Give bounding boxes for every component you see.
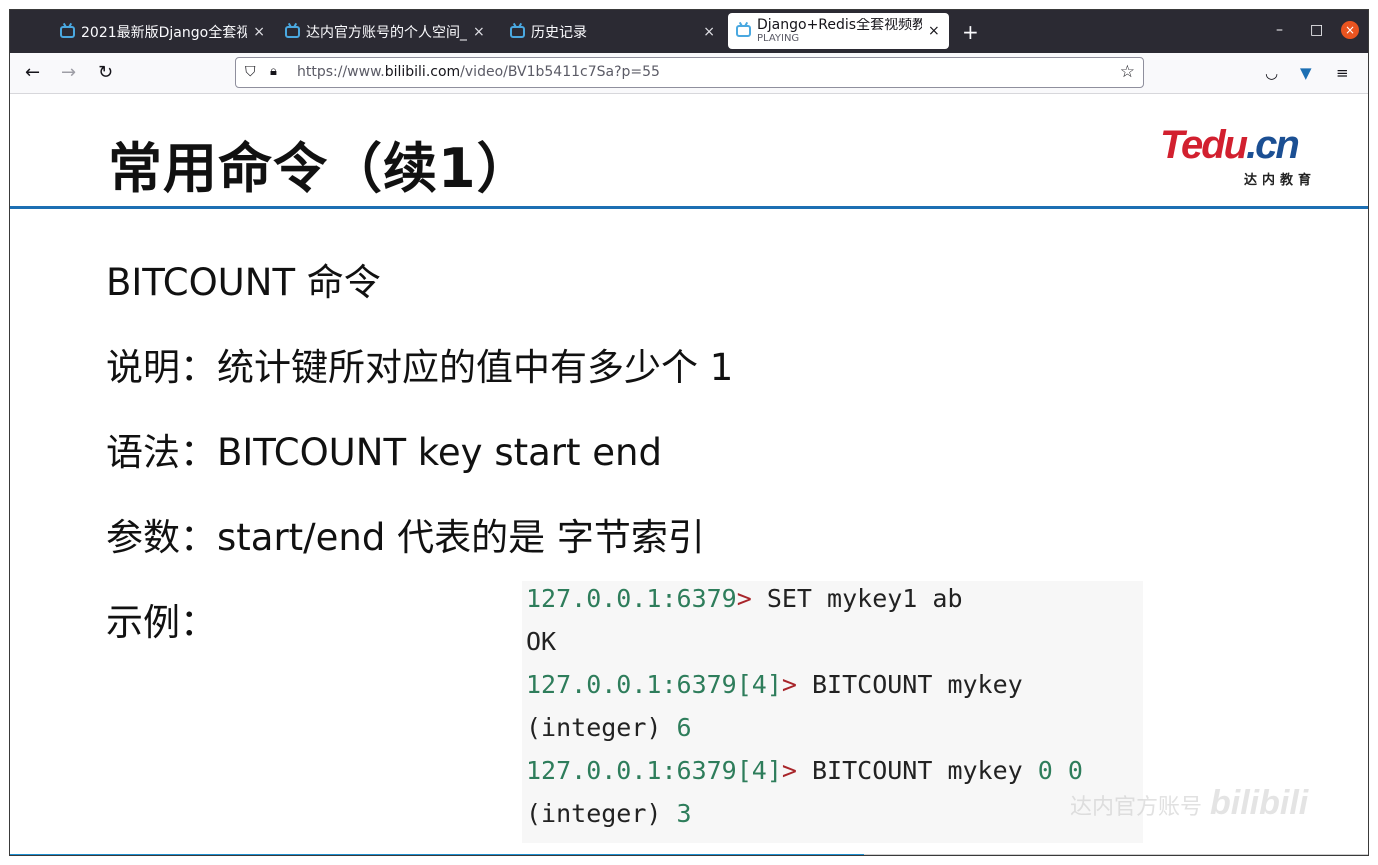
- lock-icon[interactable]: 🔒︎: [270, 64, 277, 79]
- code-prompt-host: 127.0.0.1:6379[4]: [526, 756, 782, 785]
- url-bar[interactable]: ⛉ 🔒︎ https://www.bilibili.com/video/BV1b…: [235, 57, 1144, 88]
- pocket-icon[interactable]: ◡: [1265, 64, 1278, 82]
- url-domain: bilibili.com: [384, 64, 461, 80]
- title-divider: [10, 206, 1368, 209]
- code-line: OK: [526, 627, 556, 656]
- code-line: 127.0.0.1:6379> SET mykey1 ab: [526, 584, 963, 613]
- bullet-command: BITCOUNT 命令: [106, 261, 381, 304]
- url-path: /video/BV1b5411c7Sa?p=55: [460, 64, 660, 80]
- forward-button[interactable]: →: [61, 62, 76, 83]
- code-output: (integer): [526, 799, 677, 828]
- bullet-syntax: 语法：BITCOUNT key start end: [106, 431, 662, 474]
- navigation-toolbar: ← → ↻ ⛉ 🔒︎ https://www.bilibili.com/vide…: [10, 53, 1368, 94]
- tab-title: 历史记录: [531, 25, 587, 41]
- logo-brand: Tedu.cn: [1160, 123, 1300, 168]
- code-line: (integer) 6: [526, 713, 692, 742]
- bilibili-tab-icon: [285, 26, 300, 38]
- star-icon[interactable]: ☆: [1120, 62, 1135, 82]
- tab-text: Django+Redis全套视频教 PLAYING: [757, 18, 922, 44]
- menu-icon[interactable]: ≡: [1336, 64, 1349, 82]
- bullet-description: 说明：统计键所对应的值中有多少个 1: [106, 346, 734, 389]
- tab-bar: 2021最新版Django全套视 × 达内官方账号的个人空间_ × 历史记录 ×…: [10, 10, 1368, 53]
- code-output: (integer): [526, 713, 677, 742]
- shield-icon[interactable]: ⛉: [245, 64, 256, 80]
- maximize-button[interactable]: □: [1310, 22, 1323, 38]
- code-line: (integer) 3: [526, 799, 692, 828]
- code-line: 127.0.0.1:6379[4]> BITCOUNT mykey: [526, 670, 1023, 699]
- code-prompt-arrow: >: [781, 670, 797, 699]
- video-watermark: 达内官方账号 bilibili: [1070, 784, 1308, 823]
- bilibili-watermark-logo: bilibili: [1210, 784, 1309, 822]
- tab-playing-label: PLAYING: [757, 33, 800, 45]
- code-output-number: 6: [676, 713, 692, 742]
- code-prompt-host: 127.0.0.1:6379: [526, 584, 737, 613]
- browser-window: 2021最新版Django全套视 × 达内官方账号的个人空间_ × 历史记录 ×…: [9, 9, 1369, 856]
- slide-title: 常用命令（续1）: [108, 137, 532, 200]
- back-button[interactable]: ←: [25, 62, 40, 83]
- tab-title: Django+Redis全套视频教: [757, 17, 922, 33]
- code-prompt-host: 127.0.0.1:6379[4]: [526, 670, 782, 699]
- code-command: SET mykey1 ab: [751, 584, 963, 613]
- reload-button[interactable]: ↻: [98, 62, 113, 83]
- tab-history[interactable]: 历史记录 ×: [510, 17, 715, 47]
- logo-brand-suffix: .cn: [1246, 123, 1300, 167]
- logo-subtitle: 达内教育: [1243, 173, 1316, 188]
- tab-close-icon[interactable]: ×: [928, 23, 940, 39]
- video-slide[interactable]: 常用命令（续1） Tedu.cn 达内教育 BITCOUNT 命令 说明：统计键…: [10, 94, 1368, 855]
- minimize-button[interactable]: –: [1276, 22, 1283, 38]
- code-prompt-arrow: >: [736, 584, 752, 613]
- code-command: BITCOUNT mykey: [796, 756, 1038, 785]
- logo-brand-main: Tedu: [1160, 123, 1248, 167]
- tab-close-icon[interactable]: ×: [703, 24, 715, 40]
- bilibili-tab-icon: [736, 25, 751, 37]
- new-tab-button[interactable]: +: [962, 20, 979, 44]
- code-arg-numbers: 0 0: [1037, 756, 1083, 785]
- code-example: 127.0.0.1:6379> SET mykey1 ab OK 127.0.0…: [522, 581, 1143, 843]
- extension-icon[interactable]: ▼: [1300, 64, 1312, 82]
- bilibili-tab-icon: [510, 26, 525, 38]
- code-command: BITCOUNT mykey: [796, 670, 1023, 699]
- watermark-text: 达内官方账号: [1070, 795, 1203, 820]
- tedu-logo: Tedu.cn 达内教育: [1160, 123, 1320, 188]
- bullet-example: 示例：: [106, 601, 217, 644]
- bilibili-tab-icon: [60, 26, 75, 38]
- code-prompt-arrow: >: [781, 756, 797, 785]
- tab-title: 2021最新版Django全套视: [81, 25, 248, 41]
- tab-title: 达内官方账号的个人空间_: [306, 25, 467, 41]
- window-close-button[interactable]: ×: [1341, 21, 1359, 39]
- tab-close-icon[interactable]: ×: [253, 24, 265, 40]
- tab-tedu-space[interactable]: 达内官方账号的个人空间_ ×: [285, 17, 490, 47]
- url-prefix: https://www.: [297, 64, 385, 80]
- tab-close-icon[interactable]: ×: [473, 24, 485, 40]
- tab-django-course[interactable]: 2021最新版Django全套视 ×: [60, 17, 265, 47]
- code-output: OK: [526, 627, 557, 656]
- url-text[interactable]: https://www.bilibili.com/video/BV1b5411c…: [297, 64, 660, 80]
- video-progress-bar[interactable]: [10, 854, 1368, 855]
- bullet-params: 参数：start/end 代表的是 字节索引: [106, 516, 705, 559]
- video-progress-fill: [10, 854, 865, 855]
- code-line: 127.0.0.1:6379[4]> BITCOUNT mykey 0 0: [526, 756, 1083, 785]
- tab-django-redis-active[interactable]: Django+Redis全套视频教 PLAYING ×: [728, 13, 949, 49]
- code-output-number: 3: [676, 799, 692, 828]
